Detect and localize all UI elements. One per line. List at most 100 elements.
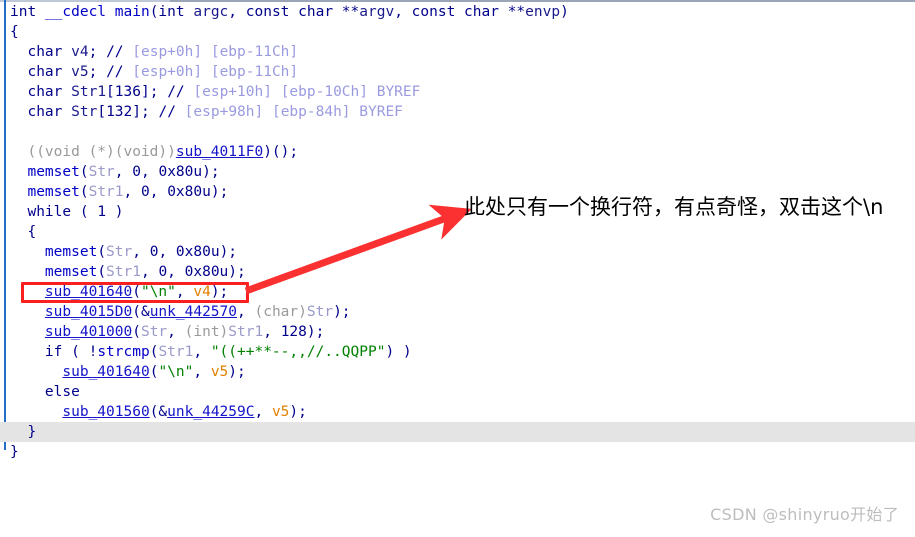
- code-token-punc: ,: [263, 324, 281, 340]
- code-token-lvar[interactable]: v5: [71, 64, 88, 80]
- code-token-punc: ,: [167, 324, 185, 340]
- code-token-var[interactable]: Str1: [158, 344, 193, 360]
- code-token-fn[interactable]: __cdecl: [45, 4, 106, 20]
- code-token-punc: ,: [193, 344, 211, 360]
- code-line[interactable]: sub_401640("\n", v5);: [0, 362, 915, 382]
- code-token-brc: }: [10, 444, 19, 460]
- code-token-cmt: [esp+98h] [ebp-84h] BYREF: [184, 104, 403, 120]
- code-token-fn[interactable]: strcmp: [97, 344, 149, 360]
- code-line[interactable]: if ( !strcmp(Str1, "((++**--,,//..QQPP")…: [0, 342, 915, 362]
- code-token-var[interactable]: Str1: [106, 264, 141, 280]
- code-token-punc: ,: [254, 404, 272, 420]
- code-token-punc: ,: [140, 264, 159, 280]
- code-line[interactable]: }: [0, 442, 915, 462]
- code-token-key: else: [44, 384, 80, 400]
- code-token-lvar[interactable]: argv: [359, 4, 394, 20]
- code-line[interactable]: ((void (*)(void))sub_4011F0)();: [0, 142, 915, 162]
- code-token-lvar[interactable]: v4: [71, 44, 88, 60]
- code-token-punc: );: [333, 304, 351, 320]
- code-token-str: "((++**--,,//..QQPP": [210, 344, 386, 360]
- code-token-punc: (: [79, 184, 89, 200]
- code-token-str: "\n": [158, 364, 194, 380]
- code-token-num: 1: [97, 204, 107, 220]
- code-token-punc: ];: [140, 84, 168, 100]
- code-token-punc: ): [106, 204, 124, 220]
- code-token-var[interactable]: Str1: [228, 324, 263, 340]
- code-token-lvar[interactable]: argc: [193, 4, 228, 20]
- code-token-punc: (: [79, 164, 89, 180]
- watermark-label: CSDN @shinyruo开始了: [710, 505, 899, 524]
- code-token-key: const char: [411, 4, 499, 20]
- code-line[interactable]: char v4; // [esp+0h] [ebp-11Ch]: [0, 42, 915, 62]
- code-token-sub[interactable]: unk_44259C: [167, 404, 254, 420]
- code-token-punc: (: [97, 244, 107, 260]
- code-token-punc: )();: [263, 144, 299, 160]
- code-token-fn[interactable]: memset: [45, 244, 97, 260]
- code-token-var[interactable]: Str: [89, 164, 115, 180]
- red-arrow-annotation: [244, 204, 472, 295]
- code-token-punc: );: [228, 364, 246, 380]
- code-token-lvar[interactable]: Str: [71, 104, 97, 120]
- code-line[interactable]: else: [0, 382, 915, 402]
- code-token-cmt2: //: [106, 44, 124, 60]
- code-token-lvar[interactable]: Str1: [71, 84, 106, 100]
- code-line[interactable]: int __cdecl main(int argc, const char **…: [0, 2, 915, 22]
- code-token-var[interactable]: Str1: [89, 184, 124, 200]
- code-line[interactable]: char Str1[136]; // [esp+10h] [ebp-10Ch] …: [0, 82, 915, 102]
- code-token-cmt2: //: [167, 84, 185, 100]
- code-line[interactable]: sub_401000(Str, (int)Str1, 128);: [0, 322, 915, 342]
- code-line[interactable]: memset(Str, 0, 0x80u);: [0, 162, 915, 182]
- code-token-punc: ;: [88, 44, 107, 60]
- code-token-punc: ,: [149, 184, 168, 200]
- code-token-fn[interactable]: memset: [45, 264, 97, 280]
- code-token-cmt: [esp+0h] [ebp-11Ch]: [132, 44, 299, 60]
- code-token-fn[interactable]: main: [115, 4, 150, 20]
- code-token-var[interactable]: Str: [106, 244, 132, 260]
- code-token-cast: ((void (*)(void)): [27, 144, 176, 160]
- code-token-fn[interactable]: memset: [27, 184, 79, 200]
- code-token-sub[interactable]: sub_4011F0: [176, 144, 263, 160]
- code-token-sub[interactable]: sub_401640: [62, 364, 149, 380]
- code-token-var[interactable]: Str: [307, 304, 333, 320]
- code-token-arg[interactable]: v5: [272, 404, 289, 420]
- code-token-punc: ,: [193, 364, 211, 380]
- code-token-sub[interactable]: sub_401560: [62, 404, 149, 420]
- code-line[interactable]: char Str[132]; // [esp+98h] [ebp-84h] BY…: [0, 102, 915, 122]
- code-token-sub[interactable]: sub_401000: [45, 324, 132, 340]
- code-line[interactable]: char v5; // [esp+0h] [ebp-11Ch]: [0, 62, 915, 82]
- code-token-sub[interactable]: sub_4015D0: [45, 304, 132, 320]
- code-token-arg[interactable]: v5: [211, 364, 228, 380]
- code-line[interactable]: sub_4015D0(&unk_442570, (char)Str);: [0, 302, 915, 322]
- code-token-punc: (&: [132, 304, 150, 320]
- code-token-punc: ): [560, 4, 569, 20]
- code-token-punc: ,: [114, 164, 133, 180]
- code-token-var[interactable]: Str: [141, 324, 167, 340]
- code-token-punc: (&: [149, 404, 168, 420]
- code-line[interactable]: {: [0, 22, 915, 42]
- code-token-lvar[interactable]: envp: [525, 4, 560, 20]
- code-token-fn[interactable]: memset: [27, 164, 79, 180]
- code-token-cmt: [esp+0h] [ebp-11Ch]: [132, 64, 299, 80]
- code-token-num: 0: [132, 164, 141, 180]
- code-token-sub[interactable]: unk_442570: [150, 304, 237, 320]
- code-token-punc: ,: [158, 244, 176, 260]
- code-line[interactable]: }: [0, 422, 915, 442]
- code-line[interactable]: sub_401560(&unk_44259C, v5);: [0, 402, 915, 422]
- code-token-punc: (: [132, 324, 141, 340]
- code-line[interactable]: [0, 122, 915, 142]
- code-token-cmt: [esp+10h] [ebp-10Ch] BYREF: [193, 84, 421, 100]
- code-token-punc: ];: [132, 104, 159, 120]
- pseudocode-editor-pane[interactable]: int __cdecl main (int argc, const char **…: [0, 0, 915, 537]
